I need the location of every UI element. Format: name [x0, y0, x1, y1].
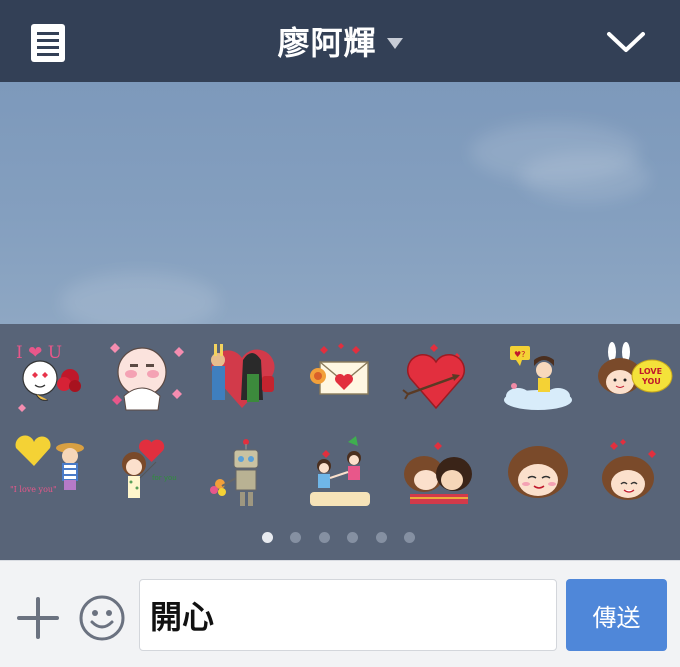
page-dot[interactable]	[404, 532, 415, 543]
svg-text:"I love you": "I love you"	[10, 485, 57, 494]
sticker-girl-hearts[interactable]	[590, 434, 674, 514]
message-input-bar: 傳送	[0, 560, 680, 667]
plus-icon[interactable]	[17, 597, 59, 639]
svg-text:YOU: YOU	[641, 377, 661, 386]
sticker-page-indicator	[0, 532, 680, 544]
sticker-boy-i-love-you[interactable]: "I love you"	[8, 434, 92, 514]
sticker-text: I ❤ U	[16, 343, 62, 363]
svg-text:♥?: ♥?	[514, 350, 525, 359]
chat-header: 廖阿輝	[0, 0, 680, 82]
sticker-bunny-girl-love-you[interactable]: LOVE YOU	[590, 336, 674, 416]
chat-screen: 廖阿輝 I ❤ U ♥? LOVE YOU "I love you" for y…	[0, 0, 680, 667]
svg-text:LOVE: LOVE	[639, 367, 662, 376]
title-dropdown-icon[interactable]	[386, 37, 403, 49]
sticker-couple-kiss[interactable]	[396, 434, 480, 514]
sticker-couple-heart[interactable]	[200, 336, 284, 416]
page-dot-active[interactable]	[262, 532, 273, 543]
page-dot[interactable]	[319, 532, 330, 543]
sticker-love-letter[interactable]	[300, 336, 384, 416]
send-button[interactable]: 傳送	[566, 579, 667, 651]
sticker-robot-flowers[interactable]	[200, 434, 284, 514]
svg-text:for you: for you	[152, 474, 177, 482]
sticker-girl-smile[interactable]	[496, 434, 580, 514]
sticker-girl-heart-balloon[interactable]: for you	[104, 434, 188, 514]
smiley-icon[interactable]	[78, 594, 126, 642]
chevron-down-icon[interactable]	[606, 26, 646, 58]
chat-background	[0, 82, 680, 324]
page-dot[interactable]	[347, 532, 358, 543]
sticker-i-love-u[interactable]: I ❤ U	[8, 336, 92, 416]
sticker-girl-on-cloud[interactable]: ♥?	[496, 336, 580, 416]
page-dot[interactable]	[290, 532, 301, 543]
message-input[interactable]	[139, 579, 557, 651]
sticker-couple-dancing[interactable]	[300, 434, 384, 514]
sticker-panel: I ❤ U ♥? LOVE YOU "I love you" for you	[0, 324, 680, 560]
chat-title[interactable]: 廖阿輝	[277, 18, 376, 64]
page-dot[interactable]	[376, 532, 387, 543]
menu-list-icon[interactable]	[31, 24, 65, 62]
sticker-heart-arrow[interactable]	[394, 336, 478, 416]
sticker-blushing-face[interactable]	[104, 336, 188, 416]
title-area: 廖阿輝	[0, 0, 680, 82]
